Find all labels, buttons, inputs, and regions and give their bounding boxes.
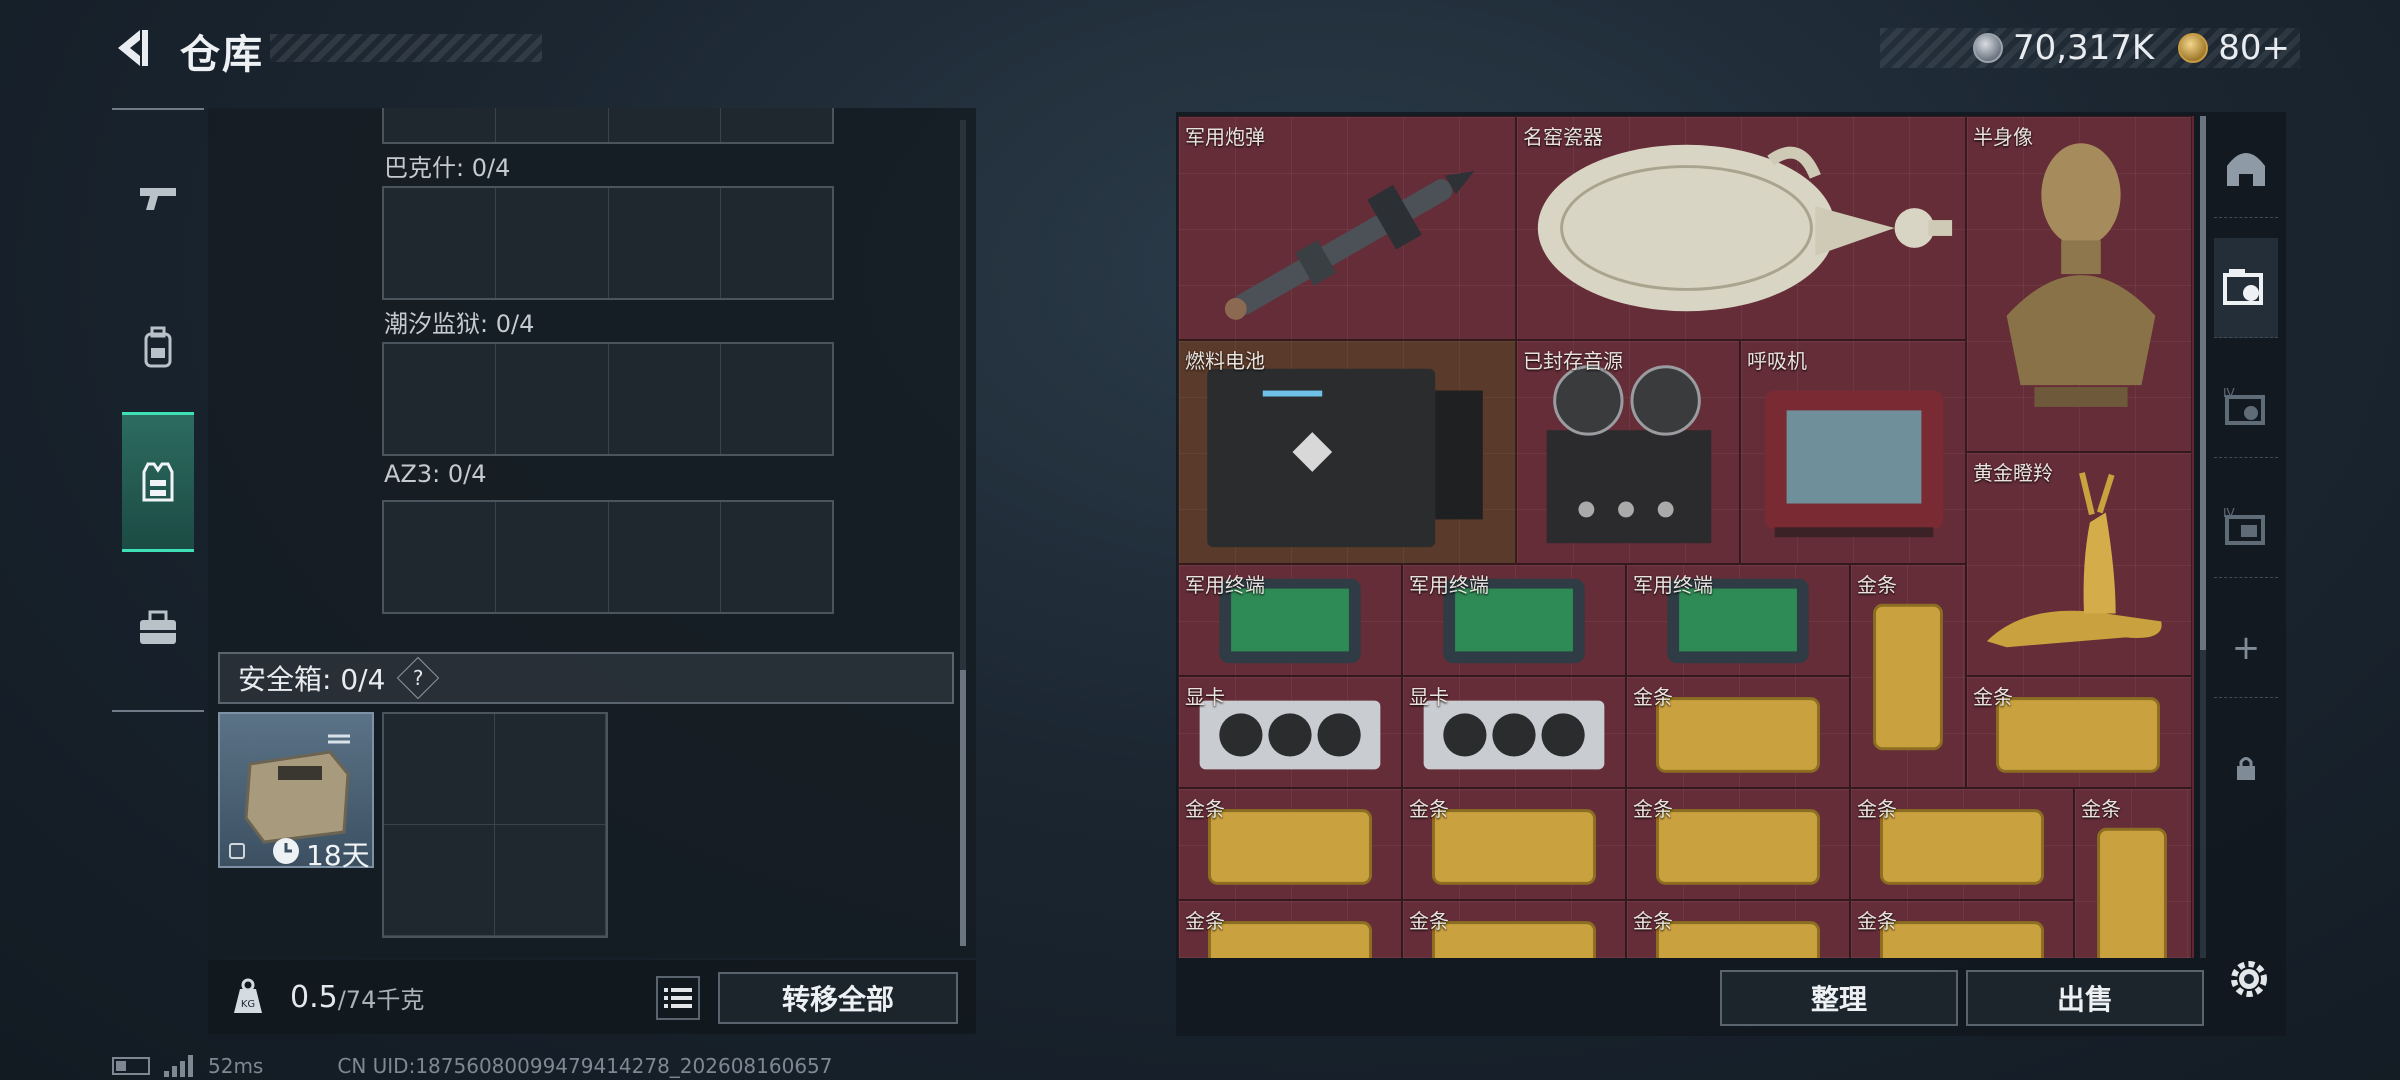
item-golden-gazelle[interactable]: 黄金瞪羚 bbox=[1966, 452, 2192, 676]
item-porcelain-vase[interactable]: 名窑瓷器 bbox=[1516, 116, 1966, 340]
vest-icon bbox=[142, 462, 174, 502]
signal-icon bbox=[164, 1055, 194, 1077]
gear-icon[interactable] bbox=[2224, 954, 2274, 1004]
tab-toolbox[interactable] bbox=[122, 558, 194, 698]
weight-bar: KG 0.5 /74千克 转移全部 bbox=[208, 960, 976, 1034]
svg-text:IV: IV bbox=[2223, 386, 2236, 400]
item-gold-bar[interactable]: 金条 bbox=[1966, 676, 2192, 788]
ping-value: 52ms bbox=[208, 1054, 264, 1078]
gold-coin-icon bbox=[2178, 33, 2209, 63]
stash-tier-4-icon: IV bbox=[2223, 386, 2265, 425]
stash-tab-helmet[interactable] bbox=[2214, 118, 2278, 218]
page-title: 仓库 bbox=[180, 32, 264, 78]
item-military-terminal[interactable]: 军用终端 bbox=[1402, 564, 1626, 676]
pistol-icon bbox=[140, 188, 176, 210]
status-footer: 52ms CN UID:18756080099479414278_2026081… bbox=[112, 1054, 833, 1078]
add-stash-button[interactable]: + bbox=[2214, 598, 2278, 698]
transfer-all-button[interactable]: 转移全部 bbox=[718, 972, 958, 1024]
item-graphics-card[interactable]: 显卡 bbox=[1178, 676, 1402, 788]
item-bust[interactable]: 半身像 bbox=[1966, 116, 2192, 452]
item-gold-bar[interactable]: 金条 bbox=[1626, 900, 1850, 958]
helmet-icon bbox=[2227, 152, 2265, 186]
item-gold-bar[interactable]: 金条 bbox=[1626, 788, 1850, 900]
tab-weapons[interactable] bbox=[122, 128, 194, 268]
title-decoration bbox=[270, 34, 542, 62]
back-arrow-icon[interactable] bbox=[110, 26, 154, 70]
stash-tab-iv[interactable]: IV bbox=[2214, 358, 2278, 458]
stash-grid: 军用炮弹 名窑瓷器 半身像 燃料电池 已封存音源 呼吸机 黄金瞪羚 军用终端 军… bbox=[1178, 116, 2194, 958]
item-fuel-cell[interactable]: 燃料电池 bbox=[1178, 340, 1516, 564]
tab-backpack[interactable] bbox=[122, 278, 194, 418]
item-ventilator[interactable]: 呼吸机 bbox=[1740, 340, 1966, 564]
safe-box-grid[interactable] bbox=[382, 712, 608, 938]
item-gold-bar[interactable]: 金条 bbox=[1850, 564, 1966, 788]
item-gold-bar[interactable]: 金条 bbox=[1626, 676, 1850, 788]
slot-grid[interactable] bbox=[382, 500, 834, 614]
help-icon[interactable]: ? bbox=[397, 656, 440, 700]
battery-icon bbox=[112, 1057, 150, 1075]
item-gold-bar[interactable]: 金条 bbox=[1850, 900, 2074, 958]
sort-button[interactable]: 整理 bbox=[1720, 970, 1958, 1026]
weight-current: 0.5 bbox=[290, 979, 338, 1015]
lock-icon bbox=[229, 843, 245, 859]
toolbox-icon bbox=[140, 610, 176, 644]
left-scrollbar-thumb[interactable] bbox=[960, 670, 966, 946]
slot-label: AZ3: 0/4 bbox=[384, 460, 487, 488]
item-military-shell[interactable]: 军用炮弹 bbox=[1178, 116, 1516, 340]
svg-text:IV: IV bbox=[2223, 506, 2236, 520]
slot-grid-partial[interactable] bbox=[382, 108, 834, 144]
item-gold-bar[interactable]: 金条 bbox=[1402, 900, 1626, 958]
stash-tab-iv-b[interactable]: IV bbox=[2214, 478, 2278, 578]
tab-vest[interactable] bbox=[122, 412, 194, 552]
gold-balance: 80+ bbox=[2218, 28, 2290, 68]
item-sealed-audio-source[interactable]: 已封存音源 bbox=[1516, 340, 1740, 564]
weight-max: /74千克 bbox=[337, 985, 425, 1014]
item-gold-bar[interactable]: 金条 bbox=[1178, 900, 1402, 958]
stash-icon bbox=[2223, 268, 2263, 305]
item-gold-bar[interactable]: 金条 bbox=[2074, 788, 2192, 958]
lock-icon bbox=[2237, 757, 2255, 780]
item-military-terminal[interactable]: 军用终端 bbox=[1178, 564, 1402, 676]
list-view-button[interactable] bbox=[656, 976, 700, 1020]
stash-tabs-rail: IV IV + bbox=[2206, 112, 2286, 952]
stash-tier-4b-icon: IV bbox=[2223, 506, 2265, 545]
locked-stash-tab[interactable] bbox=[2214, 718, 2278, 818]
silver-coin-icon bbox=[1972, 33, 2003, 63]
slot-label: 潮汐监狱: 0/4 bbox=[384, 310, 535, 338]
slot-grid[interactable] bbox=[382, 186, 834, 300]
slot-label: 巴克什: 0/4 bbox=[384, 154, 511, 182]
item-gold-bar[interactable]: 金条 bbox=[1402, 788, 1626, 900]
safe-timer: 18天 bbox=[306, 839, 370, 872]
stash-tab-main[interactable] bbox=[2214, 238, 2278, 338]
category-rail bbox=[112, 108, 204, 712]
slot-grid[interactable] bbox=[382, 342, 834, 456]
silver-balance: 70,317K bbox=[2012, 28, 2155, 68]
safe-box-item[interactable]: 18天 bbox=[218, 712, 374, 872]
weight-kg-icon: KG bbox=[234, 978, 262, 1013]
safe-box-header: 安全箱: 0/4 ? bbox=[218, 652, 954, 704]
list-icon bbox=[664, 988, 692, 1008]
item-gold-bar[interactable]: 金条 bbox=[1850, 788, 2074, 900]
user-uid: CN UID:18756080099479414278_202608160657 bbox=[337, 1054, 833, 1078]
item-military-terminal[interactable]: 军用终端 bbox=[1626, 564, 1850, 676]
item-gold-bar[interactable]: 金条 bbox=[1178, 788, 1402, 900]
backpack-icon bbox=[144, 326, 172, 368]
sell-button[interactable]: 出售 bbox=[1966, 970, 2204, 1026]
svg-text:KG: KG bbox=[241, 999, 255, 1010]
safe-box-title: 安全箱: 0/4 bbox=[238, 663, 386, 696]
add-icon: + bbox=[2231, 627, 2261, 668]
item-graphics-card[interactable]: 显卡 bbox=[1402, 676, 1626, 788]
currency-bar: 70,317K 80+ bbox=[1880, 28, 2300, 68]
